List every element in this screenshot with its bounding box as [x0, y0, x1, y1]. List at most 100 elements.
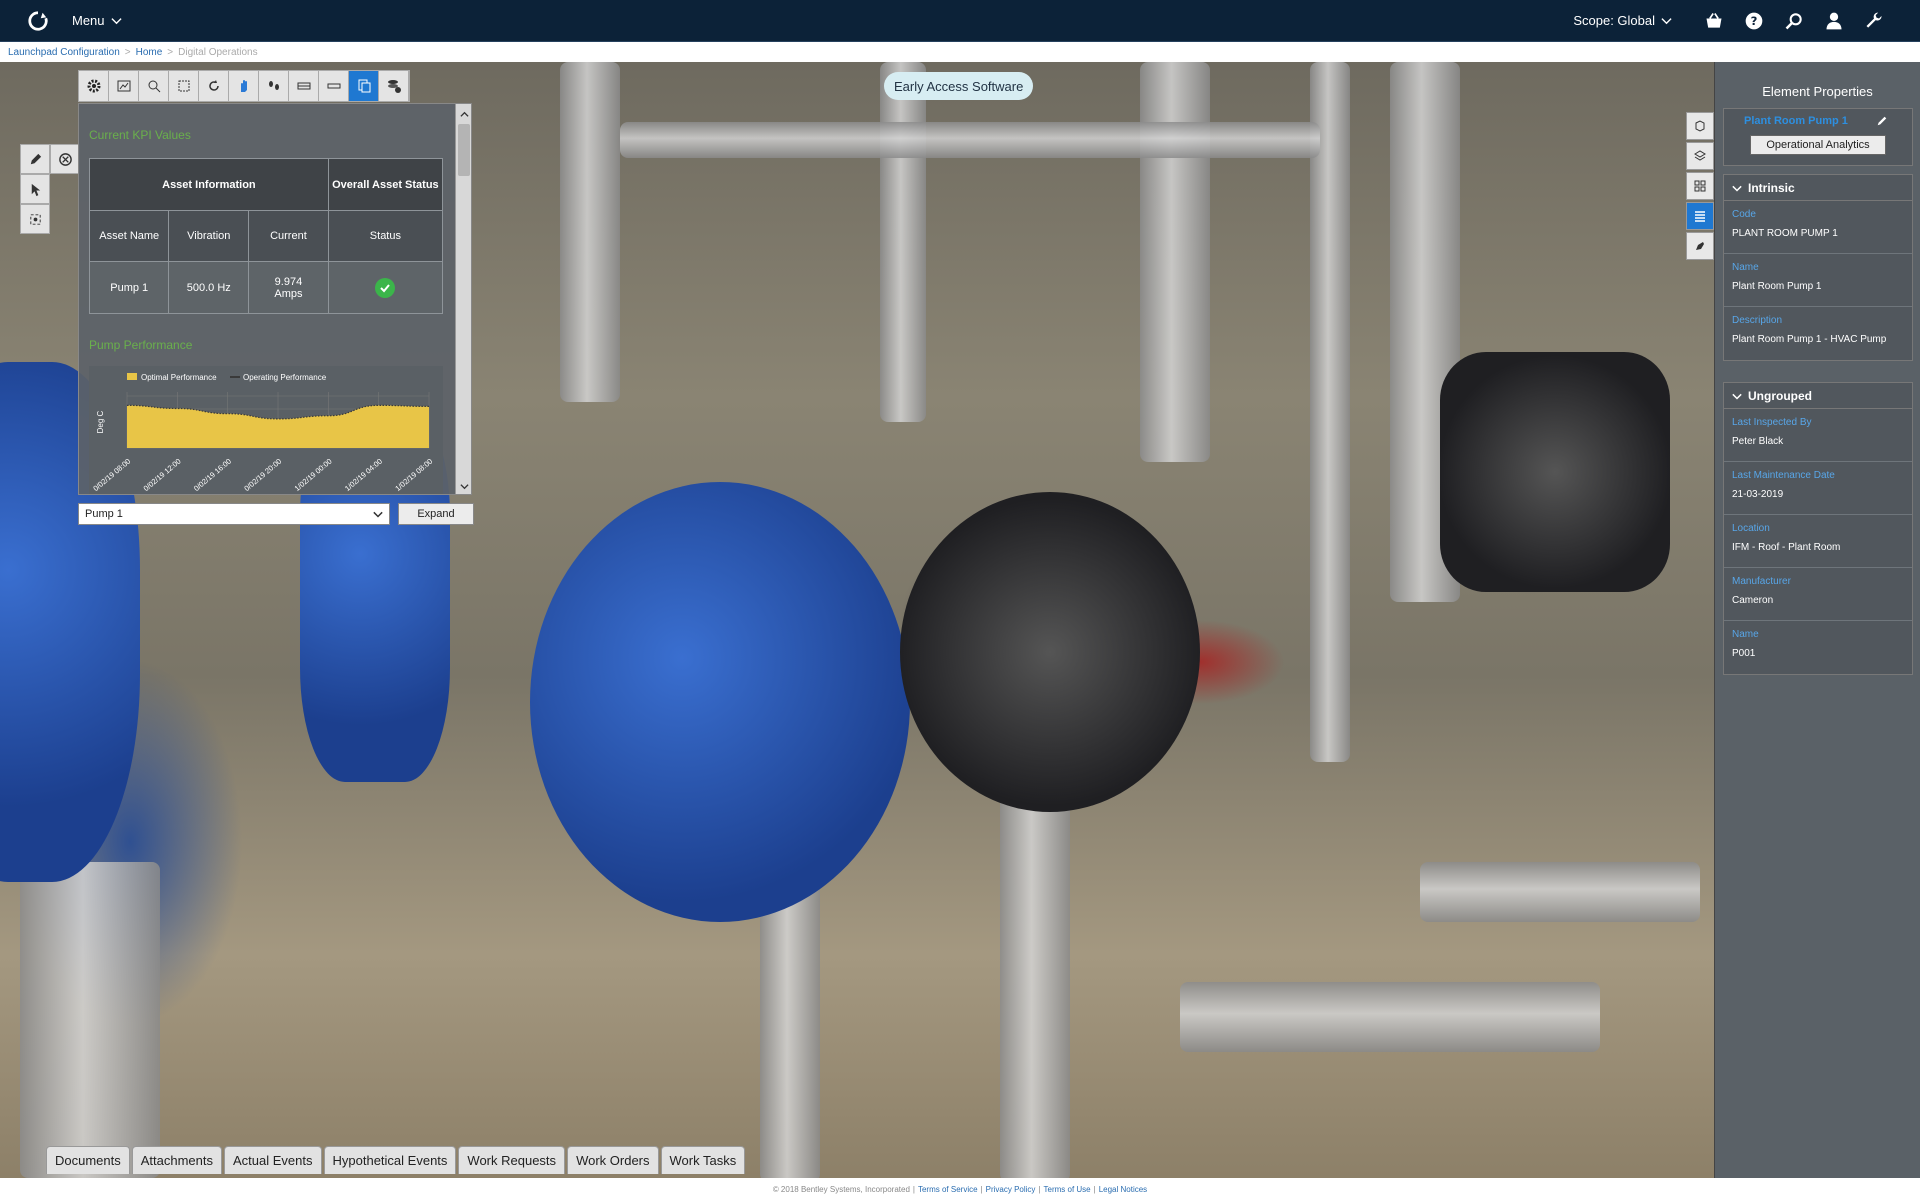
legal-notices-link[interactable]: Legal Notices: [1099, 1185, 1147, 1194]
pipe: [620, 122, 1320, 158]
gear-icon: [87, 79, 100, 93]
menu-label: Menu: [72, 13, 105, 28]
property-manufacturer: Manufacturer Cameron: [1724, 568, 1912, 621]
help-icon[interactable]: ?: [1734, 0, 1774, 42]
property-location: Location IFM - Roof - Plant Room: [1724, 515, 1912, 568]
tab-attachments[interactable]: Attachments: [131, 1146, 223, 1174]
pipe: [1310, 62, 1350, 762]
app-logo-icon[interactable]: [20, 0, 56, 42]
property-name: Name Plant Room Pump 1: [1724, 254, 1912, 307]
x-tick-label: 1/02/19 04:00: [343, 457, 384, 493]
cube-tool-button[interactable]: [1686, 112, 1714, 140]
property-label: Name: [1732, 629, 1759, 640]
element-name[interactable]: Plant Room Pump 1: [1744, 115, 1848, 127]
settings-tool-button[interactable]: [79, 71, 109, 101]
scope-selector[interactable]: Scope: Global: [1573, 13, 1672, 28]
footer-separator: |: [980, 1184, 983, 1194]
check-circle-icon: [375, 277, 396, 298]
x-tick-label: 0/02/19 08:00: [91, 457, 132, 493]
grid-panel-button[interactable]: [1686, 172, 1714, 200]
kpi-scrollbar[interactable]: [455, 104, 471, 494]
fit-view-tool-button[interactable]: [109, 71, 139, 101]
expand-button[interactable]: Expand: [398, 503, 474, 525]
pipe: [880, 62, 926, 422]
property-value: Cameron: [1732, 595, 1774, 606]
element-name-row: Plant Room Pump 1: [1724, 109, 1912, 127]
select-tool-button[interactable]: [20, 174, 50, 204]
footer-separator: |: [1093, 1184, 1096, 1194]
pipe: [20, 862, 160, 1178]
scroll-thumb[interactable]: [458, 124, 470, 176]
ungrouped-section: Ungrouped Last Inspected By Peter Black …: [1723, 382, 1913, 675]
tab-work-tasks[interactable]: Work Tasks: [660, 1146, 746, 1174]
user-icon[interactable]: [1814, 0, 1854, 42]
property-value: IFM - Roof - Plant Room: [1732, 542, 1841, 553]
layers-tool-button[interactable]: [379, 71, 409, 101]
scroll-up-icon[interactable]: [458, 108, 470, 120]
clear-tool-button[interactable]: [50, 144, 80, 174]
rotate-icon: [208, 80, 219, 91]
focus-tool-button[interactable]: [20, 204, 50, 234]
terms-of-service-link[interactable]: Terms of Service: [918, 1185, 978, 1194]
views-tool-button[interactable]: [349, 71, 379, 101]
properties-panel-button[interactable]: [1686, 202, 1714, 230]
intrinsic-section: Intrinsic Code PLANT ROOM PUMP 1 Name Pl…: [1723, 174, 1913, 361]
pump-select-dropdown[interactable]: Pump 1: [78, 503, 390, 525]
zoom-tool-button[interactable]: [139, 71, 169, 101]
search-icon[interactable]: [1774, 0, 1814, 42]
current-cell: 9.974 Amps: [248, 261, 329, 314]
privacy-policy-link[interactable]: Privacy Policy: [986, 1185, 1036, 1194]
tab-work-orders[interactable]: Work Orders: [567, 1146, 659, 1174]
legend-swatch-optimal: [127, 373, 137, 380]
kpi-title: Current KPI Values: [89, 128, 191, 142]
y-axis-label: Deg C: [96, 410, 105, 433]
window-area-icon: [178, 80, 189, 92]
breadcrumb-home[interactable]: Home: [136, 47, 163, 58]
bottom-tabs: Documents Attachments Actual Events Hypo…: [46, 1146, 746, 1174]
grid-icon: [1694, 180, 1706, 192]
pump-performance-title: Pump Performance: [89, 338, 193, 352]
pump-performance-chart: Optimal Performance Operating Performance…: [89, 366, 443, 494]
pump-motor-blue[interactable]: [530, 482, 910, 922]
scroll-down-icon[interactable]: [458, 480, 470, 492]
cursor-icon: [31, 183, 40, 196]
rotate-tool-button[interactable]: [199, 71, 229, 101]
close-circle-icon: [58, 152, 72, 166]
pan-tool-button[interactable]: [229, 71, 259, 101]
x-tick-label: 1/02/19 00:00: [293, 457, 334, 493]
tab-documents[interactable]: Documents: [46, 1146, 130, 1174]
window-area-tool-button[interactable]: [169, 71, 199, 101]
kpi-table: Asset Information Overall Asset Status A…: [88, 158, 444, 314]
tab-hypothetical-events[interactable]: Hypothetical Events: [323, 1146, 457, 1174]
table-row[interactable]: Pump 1 500.0 Hz 9.974 Amps: [88, 261, 444, 314]
ungrouped-section-header[interactable]: Ungrouped: [1724, 383, 1912, 409]
section-tool-button[interactable]: [289, 71, 319, 101]
footer-separator: |: [1038, 1184, 1041, 1194]
terms-of-use-link[interactable]: Terms of Use: [1044, 1185, 1091, 1194]
clip-icon: [327, 83, 340, 89]
menu-button[interactable]: Menu: [72, 13, 122, 28]
layers-panel-button[interactable]: [1686, 142, 1714, 170]
properties-title: Element Properties: [1762, 83, 1873, 99]
chevron-down-icon: [373, 511, 383, 518]
breadcrumb-launchpad-configuration[interactable]: Launchpad Configuration: [8, 47, 120, 58]
operational-analytics-button[interactable]: Operational Analytics: [1750, 135, 1886, 155]
markup-panel-button[interactable]: [1686, 232, 1714, 260]
pump-motor-dark[interactable]: [900, 492, 1200, 812]
pipe: [1180, 982, 1600, 1052]
section-title: Intrinsic: [1748, 180, 1795, 195]
chevron-down-icon: [1732, 393, 1742, 400]
basket-icon[interactable]: [1694, 0, 1734, 42]
pump-motor-dark: [1440, 352, 1670, 592]
breadcrumb-separator: >: [167, 46, 174, 58]
wrench-icon[interactable]: [1854, 0, 1894, 42]
viewer-toolbar: [78, 70, 410, 102]
walk-tool-button[interactable]: [259, 71, 289, 101]
intrinsic-section-header[interactable]: Intrinsic: [1724, 175, 1912, 201]
tab-actual-events[interactable]: Actual Events: [224, 1146, 322, 1174]
tab-work-requests[interactable]: Work Requests: [458, 1146, 566, 1174]
pencil-icon[interactable]: [1876, 115, 1888, 127]
clip-tool-button[interactable]: [319, 71, 349, 101]
vibration-cell: 500.0 Hz: [168, 261, 250, 314]
measure-tool-button[interactable]: [20, 144, 50, 174]
